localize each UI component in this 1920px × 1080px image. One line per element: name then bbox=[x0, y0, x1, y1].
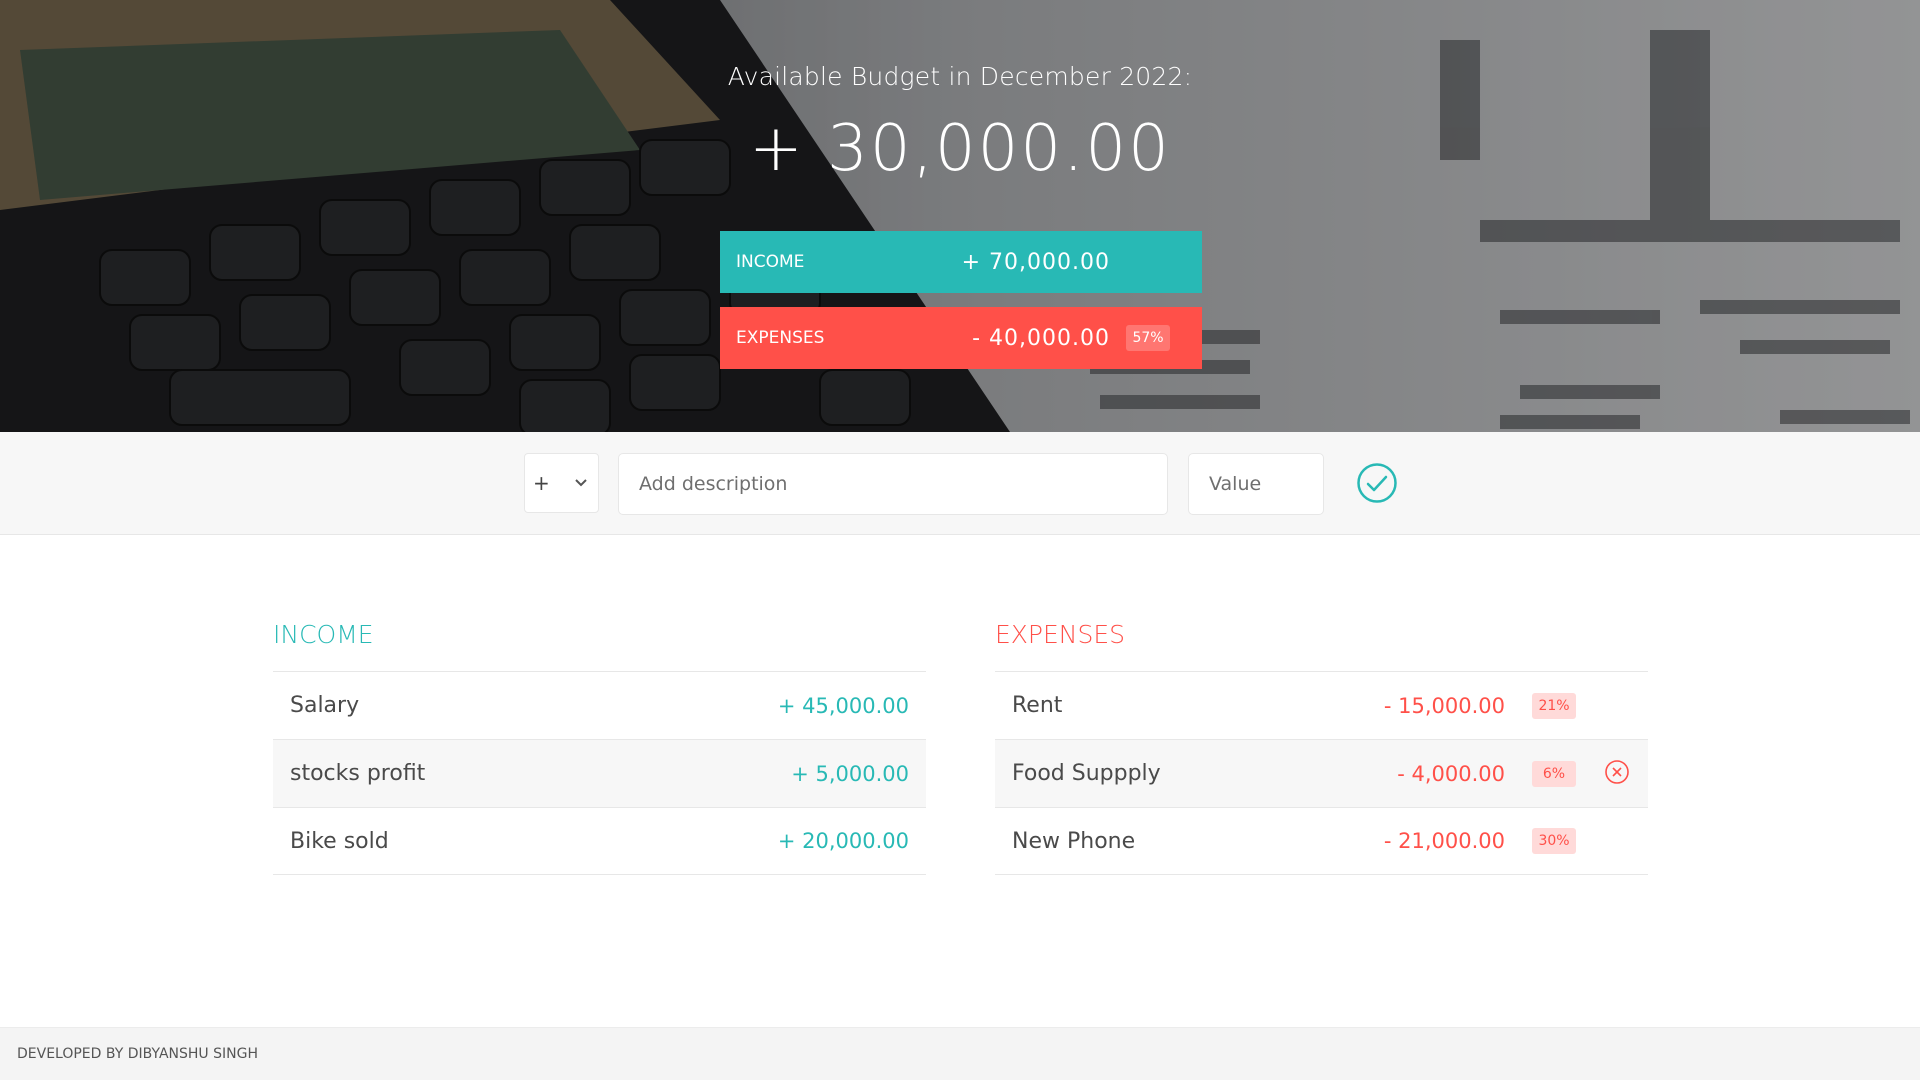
check-circle-icon bbox=[1356, 463, 1398, 507]
footer: Developed by Dibyanshu Singh bbox=[0, 1027, 1920, 1080]
expense-item-value: - 15,000.00 bbox=[1383, 693, 1505, 718]
income-list-title: Income bbox=[273, 620, 374, 649]
income-item: Bike sold + 20,000.00 bbox=[273, 807, 926, 875]
expense-item-value: - 21,000.00 bbox=[1383, 829, 1505, 853]
budget-value: + 30,000.00 bbox=[749, 112, 1171, 186]
income-list: Salary + 45,000.00 stocks profit + 5,000… bbox=[273, 671, 926, 875]
expense-item-percentage: 21% bbox=[1532, 692, 1576, 719]
income-item-value: + 5,000.00 bbox=[791, 761, 909, 786]
add-type-selected: + bbox=[533, 471, 550, 495]
budget-expenses-percentage: 57% bbox=[1126, 325, 1170, 351]
budget-expenses-value: - 40,000.00 bbox=[972, 325, 1110, 351]
income-item-value: + 45,000.00 bbox=[777, 693, 909, 718]
budget-expenses-summary: Expenses - 40,000.00 57% bbox=[720, 307, 1202, 369]
expense-item-percentage: 6% bbox=[1532, 760, 1576, 787]
expense-item-description: Food Suppply bbox=[1012, 761, 1161, 786]
budget-expenses-label: Expenses bbox=[736, 328, 825, 348]
budget-income-label: Income bbox=[736, 252, 805, 272]
add-description-input[interactable] bbox=[618, 453, 1168, 515]
add-item-button[interactable] bbox=[1356, 462, 1398, 504]
income-item-description: stocks profit bbox=[290, 761, 426, 786]
income-item-description: Bike sold bbox=[290, 828, 389, 854]
add-item-bar: + bbox=[0, 432, 1920, 535]
income-item-value: + 20,000.00 bbox=[777, 829, 909, 853]
add-value-input[interactable] bbox=[1188, 453, 1324, 515]
footer-credit: Developed by Dibyanshu Singh bbox=[17, 1046, 258, 1062]
budget-header: Available Budget in December 2022: + 30,… bbox=[0, 0, 1920, 432]
expense-item-description: Rent bbox=[1012, 693, 1063, 718]
income-item: Salary + 45,000.00 bbox=[273, 671, 926, 739]
add-type-select[interactable]: + bbox=[524, 453, 599, 513]
expense-item-percentage: 30% bbox=[1532, 828, 1576, 854]
expense-delete-button[interactable] bbox=[1603, 760, 1631, 788]
budget-income-summary: Income + 70,000.00 bbox=[720, 231, 1202, 293]
expense-item-value: - 4,000.00 bbox=[1397, 761, 1505, 786]
budget-income-value: + 70,000.00 bbox=[961, 249, 1110, 275]
income-item: stocks profit + 5,000.00 bbox=[273, 739, 926, 807]
close-circle-icon bbox=[1604, 759, 1630, 788]
income-item-description: Salary bbox=[290, 693, 360, 718]
expenses-list-title: Expenses bbox=[995, 620, 1126, 649]
expenses-list: Rent - 15,000.00 21% Food Suppply - 4,00… bbox=[995, 671, 1648, 875]
chevron-down-icon bbox=[574, 454, 588, 536]
budget-title: Available Budget in December 2022: bbox=[727, 62, 1193, 91]
expense-item: Food Suppply - 4,000.00 6% bbox=[995, 739, 1648, 807]
expense-item: Rent - 15,000.00 21% bbox=[995, 671, 1648, 739]
expense-item: New Phone - 21,000.00 30% bbox=[995, 807, 1648, 875]
expense-item-description: New Phone bbox=[1012, 828, 1136, 854]
